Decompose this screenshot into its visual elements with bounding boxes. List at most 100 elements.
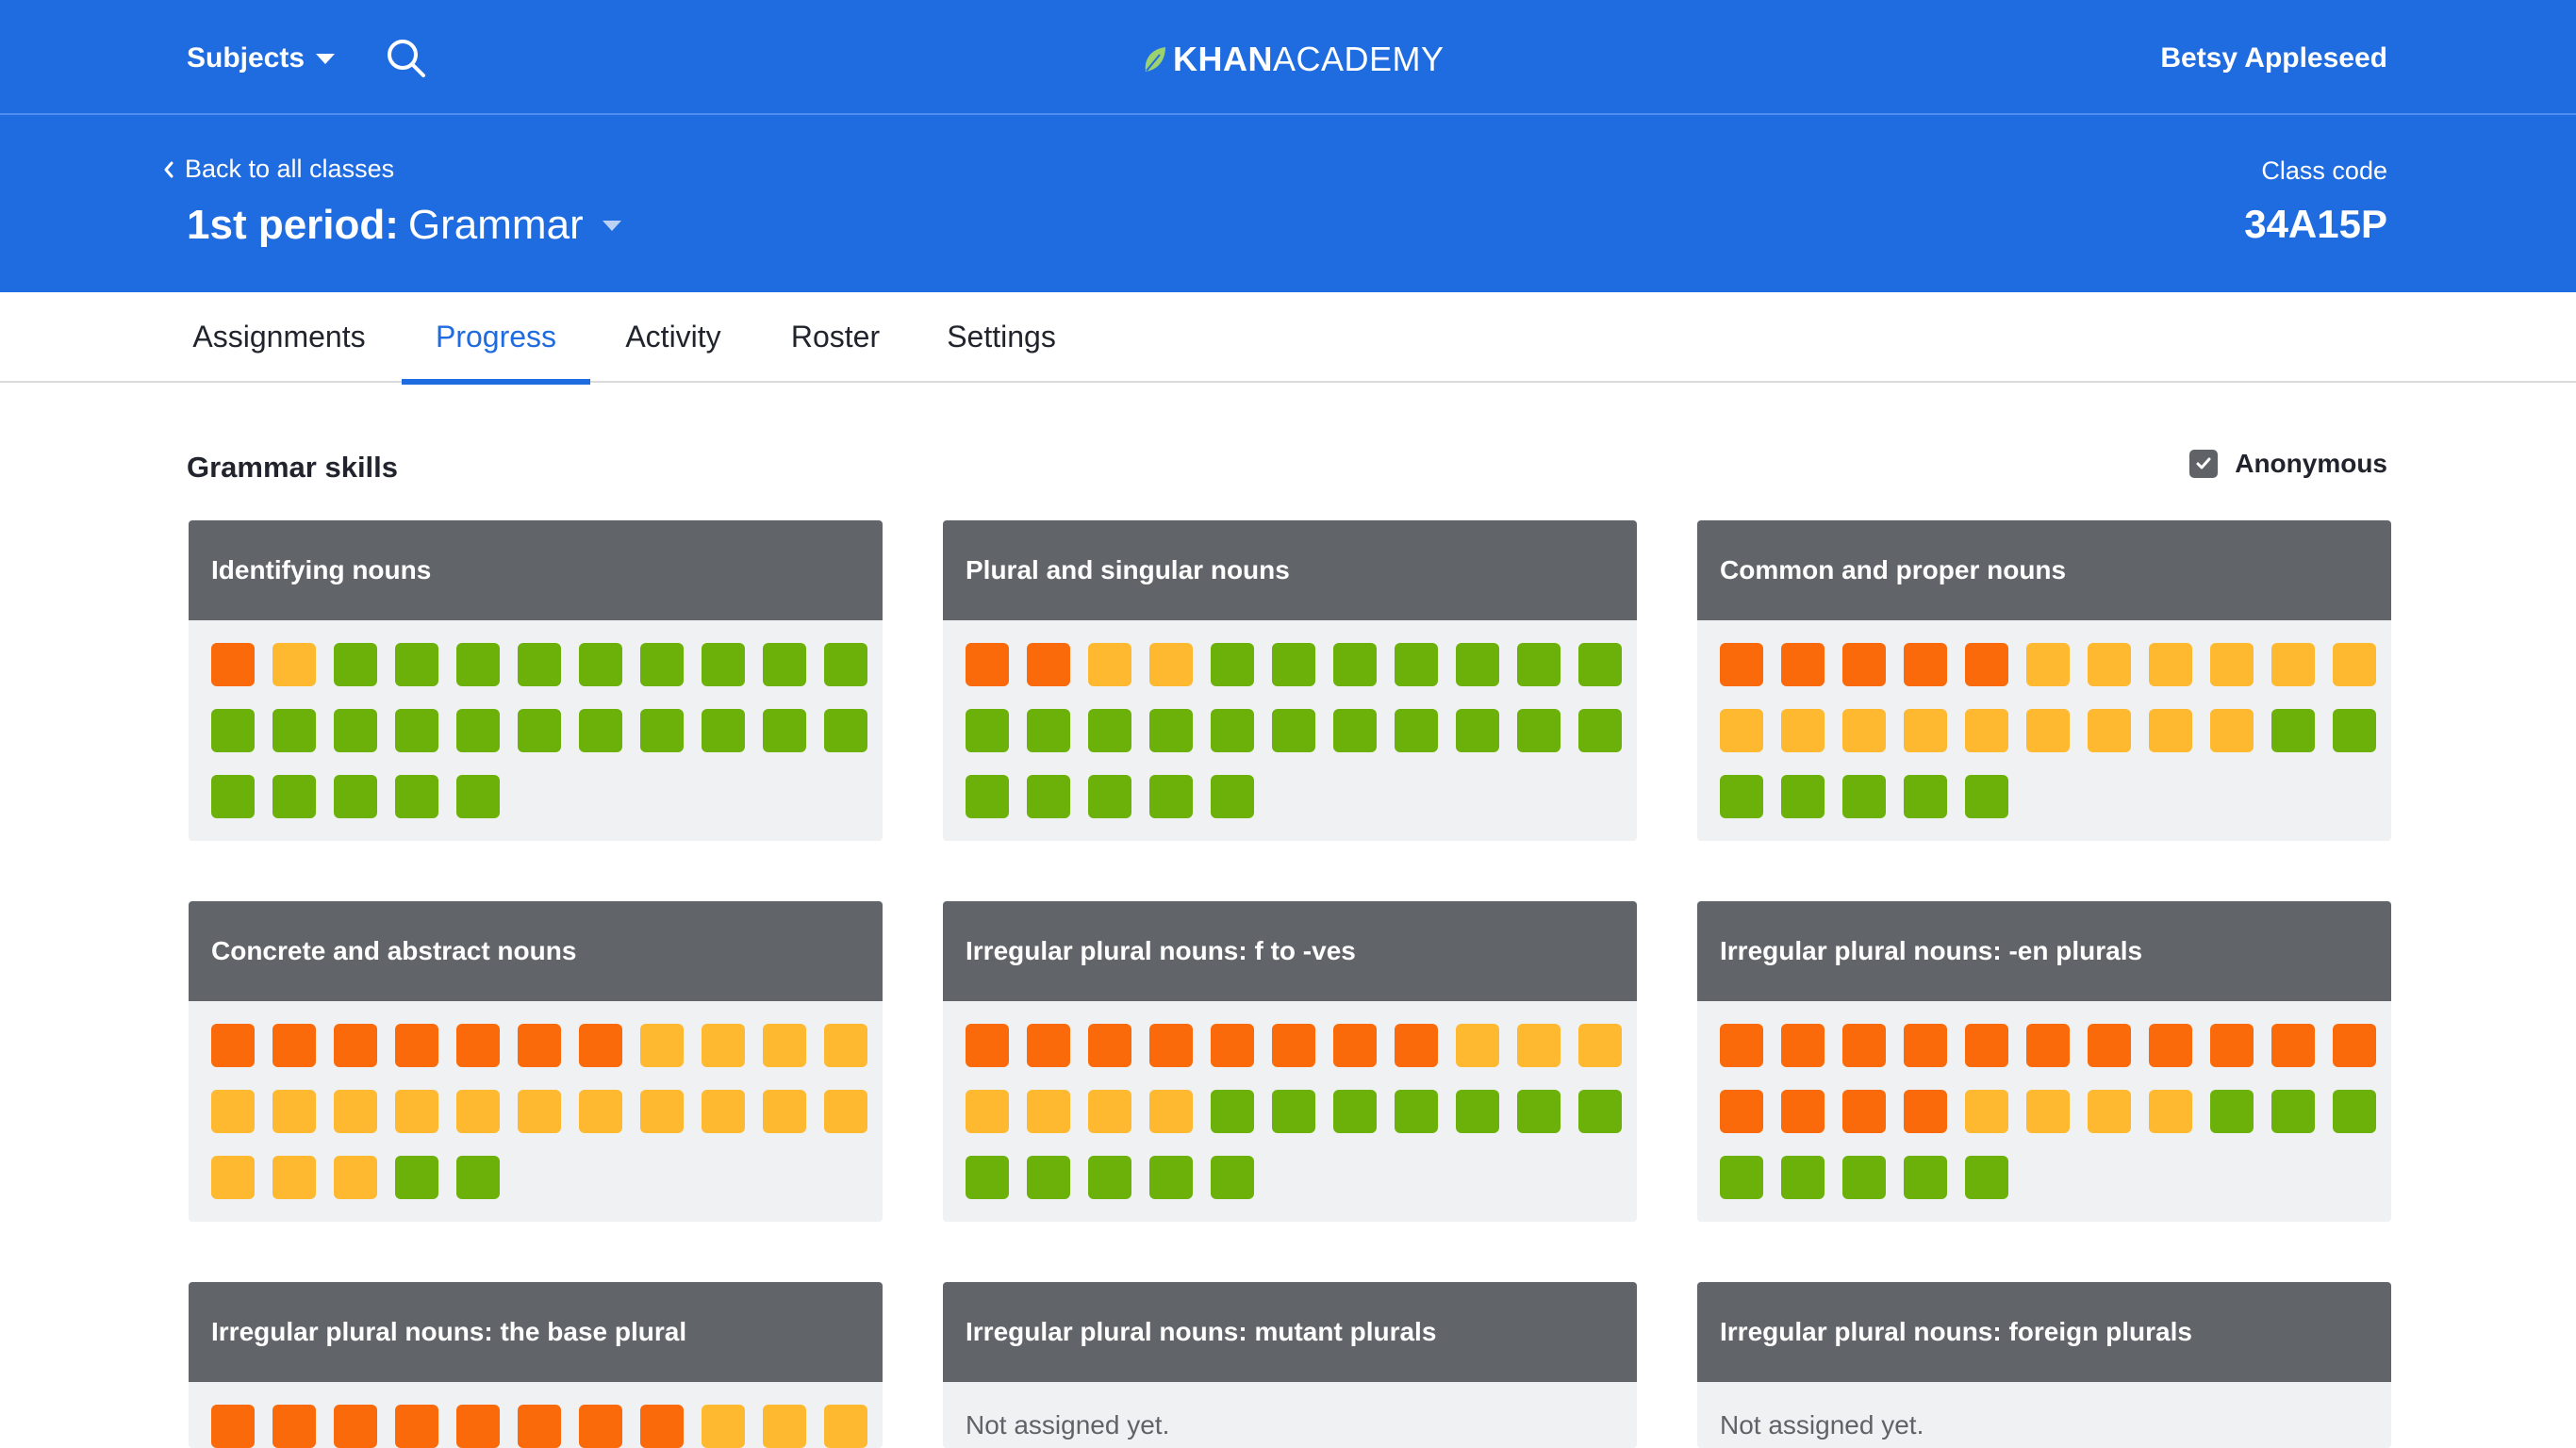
tab-progress[interactable]: Progress — [402, 292, 590, 385]
student-mastered-square[interactable] — [272, 775, 316, 818]
student-struggling-square[interactable] — [395, 1405, 438, 1448]
student-mastered-square[interactable] — [1395, 1090, 1438, 1133]
student-struggling-square[interactable] — [1965, 1024, 2008, 1067]
student-mastered-square[interactable] — [1578, 1090, 1622, 1133]
student-practiced-square[interactable] — [2333, 643, 2376, 686]
student-practiced-square[interactable] — [1517, 1024, 1560, 1067]
student-struggling-square[interactable] — [1781, 643, 1825, 686]
student-practiced-square[interactable] — [211, 1090, 255, 1133]
student-practiced-square[interactable] — [1965, 709, 2008, 752]
student-mastered-square[interactable] — [2333, 1090, 2376, 1133]
student-practiced-square[interactable] — [1842, 709, 1886, 752]
student-mastered-square[interactable] — [395, 643, 438, 686]
student-practiced-square[interactable] — [1088, 643, 1131, 686]
student-struggling-square[interactable] — [1149, 1024, 1193, 1067]
student-mastered-square[interactable] — [702, 643, 745, 686]
student-struggling-square[interactable] — [2210, 1024, 2254, 1067]
student-mastered-square[interactable] — [579, 709, 622, 752]
student-struggling-square[interactable] — [1027, 1024, 1070, 1067]
student-mastered-square[interactable] — [2210, 1090, 2254, 1133]
student-practiced-square[interactable] — [1149, 1090, 1193, 1133]
user-menu[interactable]: Betsy Appleseed — [2160, 38, 2387, 79]
student-practiced-square[interactable] — [640, 1024, 684, 1067]
skill-card[interactable]: Plural and singular nouns — [943, 520, 1637, 841]
student-mastered-square[interactable] — [1211, 775, 1254, 818]
student-mastered-square[interactable] — [395, 1156, 438, 1199]
student-practiced-square[interactable] — [1720, 709, 1763, 752]
student-struggling-square[interactable] — [1211, 1024, 1254, 1067]
student-practiced-square[interactable] — [1781, 709, 1825, 752]
student-struggling-square[interactable] — [272, 1405, 316, 1448]
student-mastered-square[interactable] — [1149, 775, 1193, 818]
student-struggling-square[interactable] — [2333, 1024, 2376, 1067]
student-mastered-square[interactable] — [1211, 1156, 1254, 1199]
student-struggling-square[interactable] — [211, 1405, 255, 1448]
student-practiced-square[interactable] — [2271, 643, 2315, 686]
student-practiced-square[interactable] — [456, 1090, 500, 1133]
student-practiced-square[interactable] — [1088, 1090, 1131, 1133]
student-struggling-square[interactable] — [1904, 643, 1947, 686]
student-mastered-square[interactable] — [1842, 1156, 1886, 1199]
student-practiced-square[interactable] — [966, 1090, 1009, 1133]
student-mastered-square[interactable] — [1211, 709, 1254, 752]
student-struggling-square[interactable] — [1842, 643, 1886, 686]
student-mastered-square[interactable] — [456, 643, 500, 686]
student-struggling-square[interactable] — [1965, 643, 2008, 686]
student-practiced-square[interactable] — [702, 1024, 745, 1067]
student-practiced-square[interactable] — [2149, 709, 2192, 752]
student-practiced-square[interactable] — [702, 1090, 745, 1133]
student-mastered-square[interactable] — [1965, 775, 2008, 818]
student-mastered-square[interactable] — [1211, 643, 1254, 686]
skill-card[interactable]: Irregular plural nouns: foreign plurals … — [1697, 1282, 2391, 1448]
skill-card[interactable]: Concrete and abstract nouns — [189, 901, 883, 1222]
student-struggling-square[interactable] — [1395, 1024, 1438, 1067]
student-mastered-square[interactable] — [1272, 643, 1315, 686]
student-practiced-square[interactable] — [1149, 643, 1193, 686]
student-practiced-square[interactable] — [763, 1405, 806, 1448]
tab-roster[interactable]: Roster — [788, 292, 883, 383]
student-mastered-square[interactable] — [395, 709, 438, 752]
tab-assignments[interactable]: Assignments — [187, 292, 372, 383]
student-mastered-square[interactable] — [1333, 643, 1377, 686]
search-icon[interactable] — [385, 37, 428, 80]
student-mastered-square[interactable] — [824, 643, 867, 686]
student-practiced-square[interactable] — [1456, 1024, 1499, 1067]
student-struggling-square[interactable] — [1027, 643, 1070, 686]
student-struggling-square[interactable] — [1904, 1090, 1947, 1133]
anonymous-checkbox[interactable]: Anonymous — [2189, 449, 2387, 479]
student-mastered-square[interactable] — [2271, 1090, 2315, 1133]
skill-card[interactable]: Irregular plural nouns: f to -ves — [943, 901, 1637, 1222]
student-mastered-square[interactable] — [966, 775, 1009, 818]
subjects-dropdown[interactable]: Subjects — [187, 38, 336, 79]
student-mastered-square[interactable] — [1027, 775, 1070, 818]
student-struggling-square[interactable] — [1842, 1024, 1886, 1067]
student-mastered-square[interactable] — [1456, 1090, 1499, 1133]
student-practiced-square[interactable] — [763, 1024, 806, 1067]
student-practiced-square[interactable] — [2210, 643, 2254, 686]
student-mastered-square[interactable] — [1965, 1156, 2008, 1199]
student-mastered-square[interactable] — [456, 1156, 500, 1199]
student-practiced-square[interactable] — [1027, 1090, 1070, 1133]
student-practiced-square[interactable] — [334, 1090, 377, 1133]
student-mastered-square[interactable] — [1578, 709, 1622, 752]
student-practiced-square[interactable] — [2026, 709, 2070, 752]
student-mastered-square[interactable] — [1149, 1156, 1193, 1199]
student-mastered-square[interactable] — [334, 709, 377, 752]
student-struggling-square[interactable] — [966, 1024, 1009, 1067]
student-mastered-square[interactable] — [1088, 709, 1131, 752]
student-struggling-square[interactable] — [211, 643, 255, 686]
student-struggling-square[interactable] — [1272, 1024, 1315, 1067]
student-struggling-square[interactable] — [579, 1024, 622, 1067]
student-mastered-square[interactable] — [1027, 709, 1070, 752]
student-mastered-square[interactable] — [1456, 643, 1499, 686]
student-struggling-square[interactable] — [1720, 1024, 1763, 1067]
student-practiced-square[interactable] — [2210, 709, 2254, 752]
skill-card[interactable]: Irregular plural nouns: mutant plurals N… — [943, 1282, 1637, 1448]
student-struggling-square[interactable] — [456, 1405, 500, 1448]
student-mastered-square[interactable] — [763, 643, 806, 686]
student-struggling-square[interactable] — [272, 1024, 316, 1067]
student-mastered-square[interactable] — [1395, 643, 1438, 686]
student-struggling-square[interactable] — [518, 1024, 561, 1067]
student-struggling-square[interactable] — [211, 1024, 255, 1067]
student-struggling-square[interactable] — [1781, 1024, 1825, 1067]
